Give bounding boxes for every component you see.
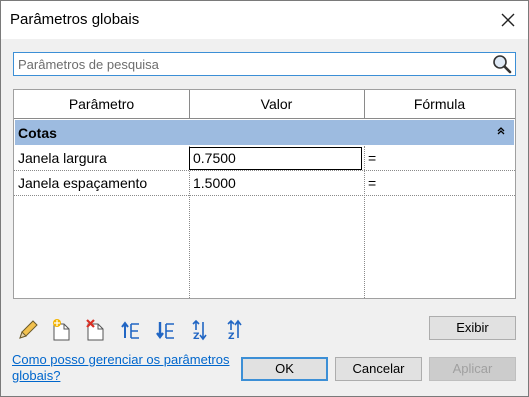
row-2-parameter[interactable]: Janela espaçamento [14, 172, 189, 194]
svg-text:Z: Z [228, 332, 235, 342]
help-link[interactable]: Como posso gerenciar os parâmetros globa… [12, 352, 252, 384]
apply-button[interactable]: Aplicar [429, 357, 516, 381]
show-button[interactable]: Exibir [429, 316, 516, 340]
edit-pencil-icon[interactable] [16, 318, 40, 342]
parameters-table: Parâmetro Valor Fórmula Cotas Janela lar… [13, 89, 516, 299]
row-2-formula[interactable]: = [364, 172, 515, 194]
group-row-cotas[interactable]: Cotas [15, 120, 514, 145]
close-icon[interactable] [498, 10, 518, 30]
title-bar: Parâmetros globais [1, 1, 528, 39]
table-header: Parâmetro Valor Fórmula [14, 90, 515, 119]
column-header-formula[interactable]: Fórmula [364, 90, 515, 118]
sort-descending-icon[interactable]: Z [225, 318, 249, 342]
ok-button[interactable]: OK [241, 357, 328, 381]
search-icon[interactable] [491, 54, 513, 74]
move-down-icon[interactable] [154, 318, 178, 342]
row-divider [14, 170, 515, 171]
svg-text:Z: Z [193, 332, 200, 342]
row-divider [14, 195, 515, 196]
column-header-value[interactable]: Valor [189, 90, 364, 118]
column-divider [364, 90, 365, 119]
delete-parameter-icon[interactable] [83, 318, 107, 342]
group-label: Cotas [18, 125, 57, 141]
row-2-value[interactable]: 1.5000 [189, 172, 364, 194]
column-header-parameter[interactable]: Parâmetro [14, 90, 189, 118]
new-parameter-icon[interactable] [49, 318, 73, 342]
search-input[interactable] [18, 55, 488, 73]
global-parameters-dialog: Parâmetros globais Parâmetro Valor Fórmu… [0, 0, 529, 397]
search-box [13, 52, 516, 76]
row-1-value[interactable]: 0.7500 [189, 147, 364, 169]
dialog-title: Parâmetros globais [10, 11, 140, 28]
sort-ascending-icon[interactable]: Z [190, 318, 214, 342]
row-1-formula[interactable]: = [364, 147, 515, 169]
move-up-icon[interactable] [119, 318, 143, 342]
double-chevron-up-icon[interactable] [496, 124, 506, 135]
cancel-button[interactable]: Cancelar [335, 357, 422, 381]
row-1-parameter[interactable]: Janela largura [14, 147, 189, 169]
column-divider [189, 90, 190, 119]
